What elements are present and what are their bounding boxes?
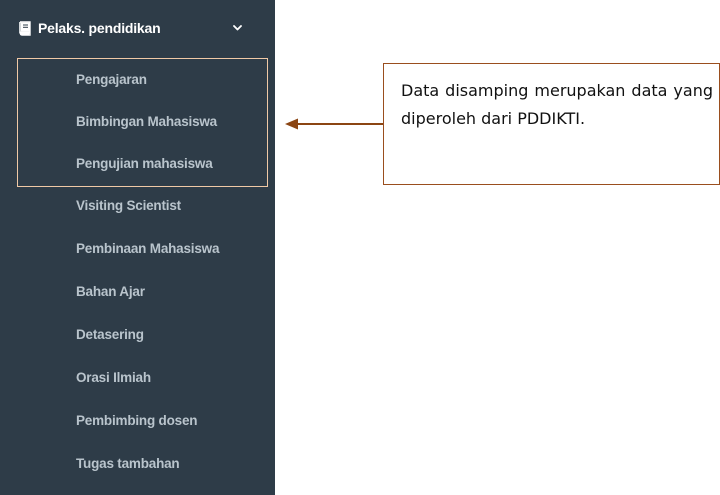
arrow-left-icon — [285, 118, 383, 130]
sidebar-item-label: Bahan Ajar — [76, 284, 145, 299]
sidebar-item-detasering[interactable]: Detasering — [0, 314, 275, 356]
sidebar-item-bimbingan-mahasiswa[interactable]: Bimbingan Mahasiswa — [0, 101, 275, 143]
sidebar-item-label: Pembimbing dosen — [76, 413, 198, 428]
sidebar-item-label: Visiting Scientist — [76, 198, 181, 213]
chevron-down-icon[interactable] — [233, 25, 242, 31]
sidebar-item-bahan-ajar[interactable]: Bahan Ajar — [0, 271, 275, 313]
sidebar: Pelaks. pendidikan Pengajaran Bimbingan … — [0, 0, 275, 495]
sidebar-item-pengujian-mahasiswa[interactable]: Pengujian mahasiswa — [0, 143, 275, 185]
menu-header-pelaks-pendidikan[interactable]: Pelaks. pendidikan — [0, 0, 275, 57]
sidebar-item-label: Orasi Ilmiah — [76, 370, 151, 385]
sidebar-item-orasi-ilmiah[interactable]: Orasi Ilmiah — [0, 357, 275, 399]
sidebar-item-label: Pengajaran — [76, 72, 147, 87]
annotation-callout: Data disamping merupakan data yang diper… — [383, 63, 720, 185]
sidebar-item-pembinaan-mahasiswa[interactable]: Pembinaan Mahasiswa — [0, 228, 275, 270]
sidebar-item-pengajaran[interactable]: Pengajaran — [0, 59, 275, 101]
sidebar-item-label: Pengujian mahasiswa — [76, 156, 213, 171]
sidebar-item-label: Tugas tambahan — [76, 456, 180, 471]
page: Pelaks. pendidikan Pengajaran Bimbingan … — [0, 0, 720, 495]
sidebar-item-label: Detasering — [76, 327, 144, 342]
sidebar-item-label: Pembinaan Mahasiswa — [76, 241, 220, 256]
sidebar-item-tugas-tambahan[interactable]: Tugas tambahan — [0, 443, 275, 485]
annotation-text: Data disamping merupakan data yang diper… — [401, 81, 713, 128]
sidebar-item-label: Bimbingan Mahasiswa — [76, 114, 217, 129]
sidebar-item-pembimbing-dosen[interactable]: Pembimbing dosen — [0, 400, 275, 442]
menu-header-label: Pelaks. pendidikan — [38, 20, 161, 36]
book-icon — [19, 21, 31, 36]
sidebar-item-visiting-scientist[interactable]: Visiting Scientist — [0, 185, 275, 227]
